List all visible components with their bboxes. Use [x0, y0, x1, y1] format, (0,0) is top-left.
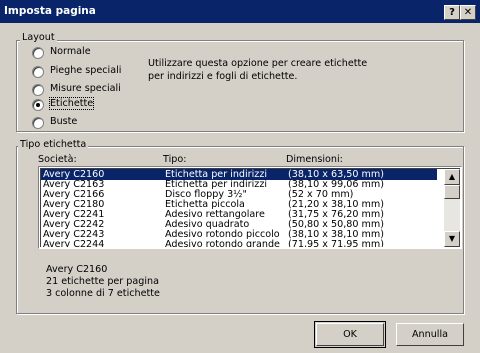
radio-button-icon	[32, 84, 44, 96]
window-title: Imposta pagina	[4, 5, 96, 17]
ok-button[interactable]: OK	[316, 323, 384, 346]
selected-label-summary: Avery C2160 21 etichette per pagina 3 co…	[46, 264, 160, 300]
cell-company: Avery C2244	[43, 239, 105, 247]
list-scrollbar[interactable]: ▲ ▼	[444, 169, 460, 247]
column-header-company: Società:	[38, 154, 77, 165]
layout-description: Utilizzare questa opzione per creare eti…	[148, 58, 368, 82]
radio-label: Pieghe speciali	[50, 65, 122, 76]
radio-label: Normale	[50, 46, 91, 57]
cancel-button[interactable]: Annulla	[396, 323, 464, 346]
radio-label: Misure speciali	[50, 83, 121, 94]
radio-label: Etichette	[48, 97, 95, 110]
scroll-up-icon[interactable]: ▲	[444, 169, 460, 185]
close-button[interactable]: ✕	[460, 5, 476, 20]
layout-group-label: Layout	[20, 32, 57, 43]
summary-per-page: 21 etichette per pagina	[46, 276, 159, 287]
radio-label: Buste	[50, 116, 78, 127]
cell-dimensions: (71,95 x 71,95 mm)	[288, 239, 384, 247]
summary-name: Avery C2160	[46, 264, 108, 275]
radio-button-selected-icon	[32, 99, 44, 111]
list-item[interactable]: Avery C2244 Adesivo rotondo grande (71,9…	[41, 239, 437, 247]
cell-type: Adesivo rotondo grande	[165, 239, 280, 247]
radio-button-icon	[32, 117, 44, 129]
scroll-thumb[interactable]	[444, 185, 460, 199]
summary-layout: 3 colonne di 7 etichette	[46, 288, 160, 299]
help-button[interactable]: ?	[444, 5, 460, 20]
scroll-down-icon[interactable]: ▼	[444, 231, 460, 247]
radio-button-icon	[32, 47, 44, 59]
title-bar: Imposta pagina ? ✕	[0, 0, 480, 23]
column-header-type: Tipo:	[163, 154, 187, 165]
column-header-dimensions: Dimensioni:	[286, 154, 343, 165]
label-list[interactable]: Avery C2160 Etichetta per indirizzi (38,…	[38, 166, 462, 249]
radio-button-icon	[32, 66, 44, 78]
label-type-group-label: Tipo etichetta	[18, 139, 89, 150]
